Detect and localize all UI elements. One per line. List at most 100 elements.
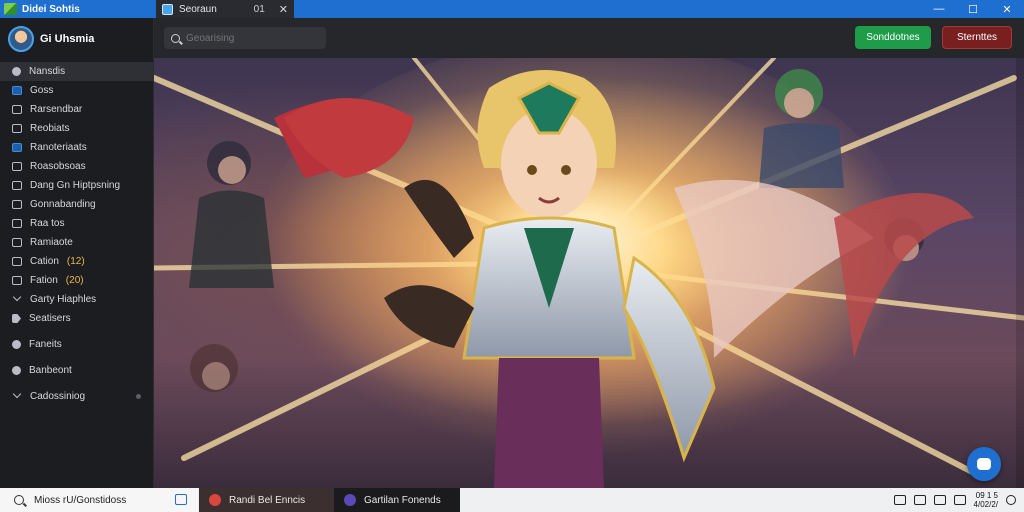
document-icon xyxy=(12,181,22,190)
sidebar-item-12[interactable]: Fation (20) xyxy=(0,271,153,290)
calendar-icon xyxy=(12,162,22,171)
sidebar-item-label: Ramiaote xyxy=(30,237,73,248)
sidebar-item-5[interactable]: Ranoteriaats xyxy=(0,138,153,157)
image-icon[interactable] xyxy=(933,495,946,505)
sidebar-item-home[interactable]: Nansdis xyxy=(0,62,153,81)
archive-icon xyxy=(12,238,22,247)
chat-button[interactable] xyxy=(967,447,1001,481)
sidebar-item-3[interactable]: Rarsendbar xyxy=(0,100,153,119)
search-icon xyxy=(171,33,180,43)
sidebar-item-label: Rarsendbar xyxy=(30,104,83,115)
widgets-icon[interactable] xyxy=(175,494,187,505)
app-title-area: Didei Sohtis xyxy=(0,0,80,18)
sidebar-item-15[interactable]: Faneits xyxy=(0,335,153,354)
sidebar-item-6[interactable]: Roasobsoas xyxy=(0,157,153,176)
title-bar: Didei Sohtis Seoraun 01 ✕ — ☐ ✕ xyxy=(0,0,1024,18)
sidebar-item-2[interactable]: Goss xyxy=(0,81,153,100)
chat-icon xyxy=(12,200,22,209)
grid-icon xyxy=(12,219,22,228)
sound-icon[interactable] xyxy=(953,495,966,505)
main-artwork xyxy=(154,58,1024,488)
sidebar-item-14[interactable]: Seatisers xyxy=(0,309,153,328)
app-logo-icon xyxy=(4,3,17,15)
sidebar-item-label: Roasobsoas xyxy=(30,161,86,172)
folder-icon xyxy=(12,105,22,114)
sidebar-item-label: Raa tos xyxy=(30,218,65,229)
system-tray: 09 1 5 4/02/2/ xyxy=(893,488,1016,512)
sidebar-item-label: Garty Hiaphles xyxy=(30,294,97,305)
sidebar-item-4[interactable]: Reobiats xyxy=(0,119,153,138)
mail-icon xyxy=(12,276,22,285)
notification-icon[interactable] xyxy=(1006,495,1016,505)
close-button[interactable]: ✕ xyxy=(990,0,1024,18)
app-window: Didei Sohtis Seoraun 01 ✕ — ☐ ✕ Sonddotn… xyxy=(0,0,1024,512)
sidebar-item-10[interactable]: Ramiaote xyxy=(0,233,153,252)
count-badge: (12) xyxy=(66,256,85,267)
sidebar-item-16[interactable]: Banbeont xyxy=(0,361,153,380)
app-title: Didei Sohtis xyxy=(22,3,80,15)
search-box[interactable] xyxy=(164,27,326,49)
status-dot xyxy=(136,394,141,399)
maximize-button[interactable]: ☐ xyxy=(956,0,990,18)
tag-icon xyxy=(12,314,21,323)
avatar[interactable] xyxy=(8,26,34,52)
window-controls: — ☐ ✕ xyxy=(922,0,1024,18)
gallery-icon xyxy=(12,143,22,152)
sidebar-item-label: Reobiats xyxy=(30,123,70,134)
sidebar-item-label: Seatisers xyxy=(29,313,71,324)
info-icon xyxy=(12,340,21,349)
chevron-down-icon xyxy=(12,393,22,401)
profile[interactable]: Gi Uhsmia xyxy=(8,26,94,52)
sidebar-item-8[interactable]: Gonnabanding xyxy=(0,195,153,214)
chat-icon xyxy=(977,458,991,470)
sidebar-item-label: Banbeont xyxy=(29,365,72,376)
clock-time: 09 1 5 xyxy=(975,491,998,500)
taskbar-app-label: Randi Bel Enncis xyxy=(229,494,306,506)
hero-illustration xyxy=(154,58,1024,488)
sidebar-item-9[interactable]: Raa tos xyxy=(0,214,153,233)
chat-icon[interactable] xyxy=(893,495,906,505)
settings-icon xyxy=(12,366,21,375)
sidebar: Gi Uhsmia Nansdis Goss Rarsendbar Reobia… xyxy=(0,18,154,488)
battery-icon[interactable] xyxy=(913,495,926,505)
sidebar-item-label: Fation xyxy=(30,275,58,286)
taskbar-app-2[interactable]: Gartilan Fonends xyxy=(334,488,460,512)
sidebar-item-13[interactable]: Garty Hiaphles xyxy=(0,290,153,309)
top-toolbar: Sonddotnes Sternttes xyxy=(154,18,1024,58)
profile-name: Gi Uhsmia xyxy=(40,33,95,45)
tab-close-icon[interactable]: ✕ xyxy=(279,3,288,16)
sidebar-item-label: Cadossiniog xyxy=(30,391,86,402)
tab-active[interactable]: Seoraun 01 ✕ xyxy=(156,0,294,18)
taskbar-search[interactable]: Mioss rU/Gonstidoss xyxy=(0,488,198,512)
bg-character-left-lower xyxy=(190,344,238,392)
sidebar-item-label: Nansdis xyxy=(29,66,66,77)
primary-action-button[interactable]: Sonddotnes xyxy=(855,26,931,49)
minimize-button[interactable]: — xyxy=(922,0,956,18)
taskbar-search-text: Mioss rU/Gonstidoss xyxy=(34,494,127,506)
sidebar-item-label: Cation xyxy=(30,256,59,267)
search-icon xyxy=(14,495,24,505)
sidebar-item-label: Ranoteriaats xyxy=(30,142,87,153)
app-icon xyxy=(209,494,221,506)
share-icon xyxy=(12,296,22,304)
bg-character-left xyxy=(189,141,274,288)
taskbar: Mioss rU/Gonstidoss Randi Bel Enncis Gar… xyxy=(0,488,1024,512)
tab-count: 01 xyxy=(253,3,265,15)
sidebar-item-label: Goss xyxy=(30,85,54,96)
sidebar-nav: Nansdis Goss Rarsendbar Reobiats Ranoter… xyxy=(0,62,153,406)
scrollbar[interactable] xyxy=(1016,58,1024,488)
taskbar-app-1[interactable]: Randi Bel Enncis xyxy=(199,488,334,512)
clock[interactable]: 09 1 5 4/02/2/ xyxy=(974,491,998,509)
sidebar-item-label: Gonnabanding xyxy=(30,199,96,210)
clock-date: 4/02/2/ xyxy=(973,500,998,509)
sidebar-item-7[interactable]: Dang Gn Hiptpsning xyxy=(0,176,153,195)
search-input[interactable] xyxy=(186,32,316,44)
monitor-icon xyxy=(12,86,22,95)
tab-app-icon xyxy=(162,3,173,15)
sidebar-item-17[interactable]: Cadossiniog xyxy=(0,387,153,406)
secondary-action-button[interactable]: Sternttes xyxy=(942,26,1012,49)
sidebar-item-11[interactable]: Cation (12) xyxy=(0,252,153,271)
list-icon xyxy=(12,124,22,133)
tab-label: Seoraun xyxy=(179,3,217,15)
taskbar-app-label: Gartilan Fonends xyxy=(364,494,441,506)
